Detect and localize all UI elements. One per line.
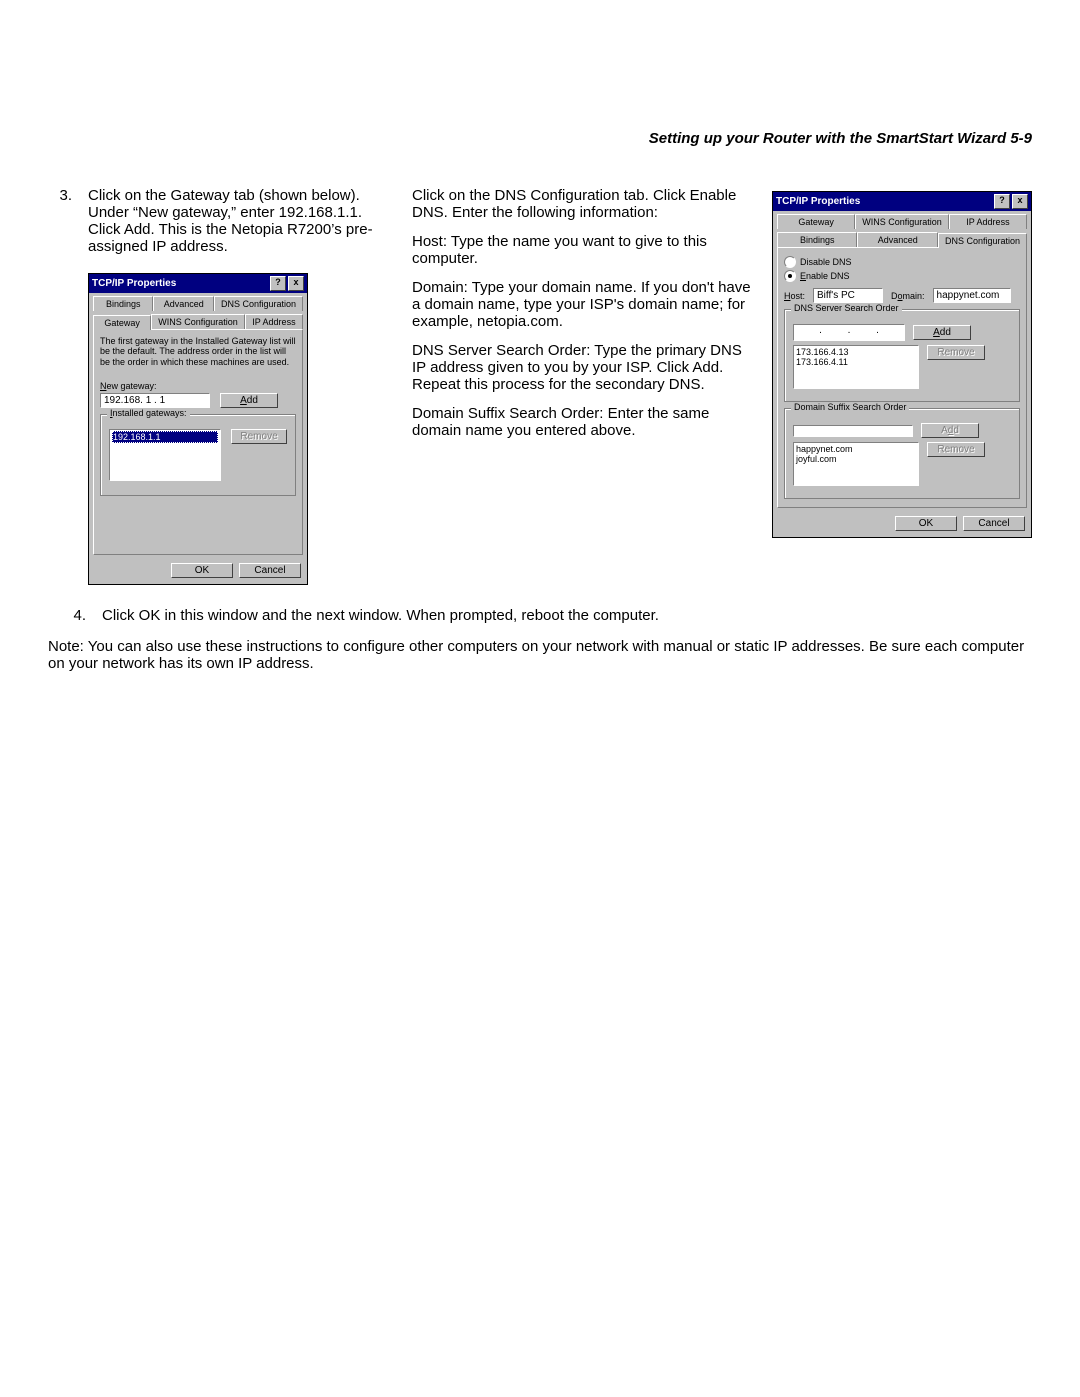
suffix-list[interactable]: happynet.com joyful.com (793, 442, 919, 486)
ok-button[interactable]: OK (171, 563, 233, 578)
page-header: Setting up your Router with the SmartSta… (48, 130, 1032, 147)
host-label: Host: (784, 291, 805, 301)
dns-add-button[interactable]: Add (913, 325, 971, 340)
new-gateway-label: New gateway: (100, 381, 296, 391)
dns-order-label: DNS Server Search Order (791, 303, 902, 313)
dlg1-title: TCP/IP Properties (92, 278, 176, 289)
suffix-input[interactable] (793, 425, 913, 437)
ok-button[interactable]: OK (895, 516, 957, 531)
step3-text: Click on the Gateway tab (shown below). … (88, 187, 388, 255)
new-gateway-input[interactable]: 192.168. 1 . 1 (100, 393, 210, 408)
step3-number: 3. (48, 187, 72, 204)
tab-advanced[interactable]: Advanced (857, 232, 937, 247)
step4-text: Click OK in this window and the next win… (102, 607, 659, 624)
tab-dns-configuration[interactable]: DNS Configuration (214, 296, 303, 311)
gateway-help-text: The first gateway in the Installed Gatew… (100, 336, 296, 367)
remove-button[interactable]: Remove (231, 429, 287, 444)
suffix-remove-button[interactable]: Remove (927, 442, 985, 457)
cancel-button[interactable]: Cancel (239, 563, 301, 578)
disable-dns-label: Disable DNS (800, 257, 852, 267)
tab-gateway[interactable]: Gateway (777, 214, 855, 229)
tcpip-gateway-dialog: TCP/IP Properties ? x Bindings Advanced … (88, 273, 308, 585)
tab-wins[interactable]: WINS Configuration (151, 314, 245, 329)
dns-server-list[interactable]: 173.166.4.13 173.166.4.11 (793, 345, 919, 389)
suffix-add-button[interactable]: Add (921, 423, 979, 438)
suffix-order-label: Domain Suffix Search Order (791, 402, 909, 412)
add-button[interactable]: Add (220, 393, 278, 408)
tab-ipaddress[interactable]: IP Address (949, 214, 1027, 229)
dns-ip-input[interactable]: ... (793, 324, 905, 341)
installed-gateways-list[interactable]: 192.168.1.1 (109, 429, 221, 481)
disable-dns-radio[interactable]: Disable DNS (784, 256, 1020, 268)
note-text: Note: You can also use these instruction… (48, 638, 1032, 672)
tab-advanced[interactable]: Advanced (153, 296, 213, 311)
tab-bindings[interactable]: Bindings (93, 296, 153, 311)
tab-gateway[interactable]: Gateway (93, 315, 151, 330)
enable-dns-radio[interactable]: Enable DNS (784, 270, 1020, 282)
domain-input[interactable]: happynet.com (933, 288, 1011, 303)
domain-label: Domain: (891, 291, 925, 301)
help-icon[interactable]: ? (270, 276, 286, 291)
tab-bindings[interactable]: Bindings (777, 232, 857, 247)
dns-remove-button[interactable]: Remove (927, 345, 985, 360)
tab-dns-configuration[interactable]: DNS Configuration (938, 233, 1027, 248)
tcpip-dns-dialog: TCP/IP Properties ? x Gateway WINS Confi… (772, 191, 1032, 538)
help-icon[interactable]: ? (994, 194, 1010, 209)
dlg2-title: TCP/IP Properties (776, 196, 860, 207)
close-icon[interactable]: x (288, 276, 304, 291)
cancel-button[interactable]: Cancel (963, 516, 1025, 531)
tab-ipaddress[interactable]: IP Address (245, 314, 303, 329)
installed-gateways-label: Installed gateways: (107, 408, 190, 418)
enable-dns-label: Enable DNS (800, 271, 850, 281)
close-icon[interactable]: x (1012, 194, 1028, 209)
step4-number: 4. (48, 607, 86, 624)
tab-wins[interactable]: WINS Configuration (855, 214, 949, 229)
host-input[interactable]: Biff's PC (813, 288, 883, 303)
